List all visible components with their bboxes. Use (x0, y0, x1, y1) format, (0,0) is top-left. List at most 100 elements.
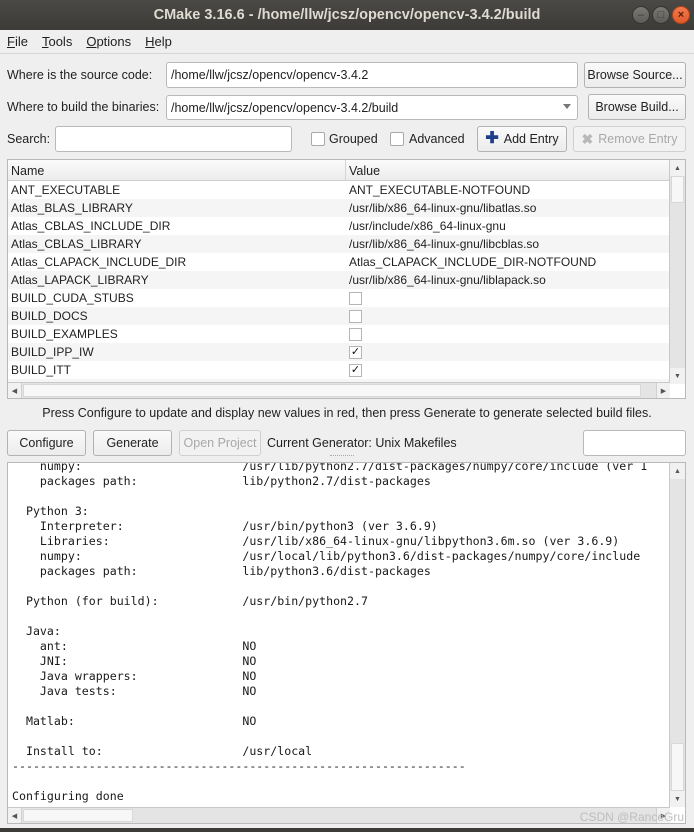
cell-value[interactable]: /usr/lib/x86_64-linux-gnu/libcblas.so (346, 237, 539, 251)
cell-value: ✓ (346, 345, 362, 359)
open-project-button[interactable]: Open Project (179, 430, 261, 456)
cell-value[interactable]: /usr/include/x86_64-linux-gnu (346, 219, 506, 233)
build-path-value: /home/llw/jcsz/opencv/opencv-3.4.2/build (171, 100, 399, 115)
table-row[interactable]: BUILD_DOCS (8, 307, 670, 325)
maximize-button[interactable]: □ (652, 6, 670, 24)
cell-name: ANT_EXECUTABLE (11, 183, 121, 197)
browse-build-label: Browse Build... (595, 100, 679, 114)
menu-help-mnemonic: H (145, 34, 155, 49)
checkbox-checked[interactable]: ✓ (349, 363, 362, 377)
scroll-up-icon[interactable]: ▲ (670, 160, 685, 176)
add-entry-label: Add Entry (503, 132, 559, 146)
cell-value (346, 327, 362, 341)
add-entry-button[interactable]: ✚ Add Entry (477, 126, 567, 152)
scroll-down-icon[interactable]: ▼ (670, 791, 685, 807)
menu-help-label: elp (154, 34, 172, 49)
table-row[interactable]: Atlas_LAPACK_LIBRARY/usr/lib/x86_64-linu… (8, 271, 670, 289)
log-vertical-scrollbar[interactable]: ▲ ▼ (669, 463, 685, 807)
table-horizontal-scrollbar[interactable]: ◀ ▶ (8, 382, 670, 398)
advanced-checkbox[interactable] (390, 132, 404, 146)
scroll-left-icon[interactable]: ◀ (8, 383, 22, 398)
checkbox-checked[interactable]: ✓ (349, 345, 362, 359)
table-vscroll-thumb[interactable] (671, 176, 684, 203)
scroll-left-icon[interactable]: ◀ (8, 808, 22, 823)
browse-build-button[interactable]: Browse Build... (588, 94, 686, 120)
build-path-combo[interactable]: /home/llw/jcsz/opencv/opencv-3.4.2/build (166, 95, 578, 120)
table-row[interactable]: Atlas_CLAPACK_INCLUDE_DIR Atlas_CLAPACK_I… (8, 253, 670, 271)
scroll-down-icon[interactable]: ▼ (670, 368, 685, 384)
desktop-edge (0, 828, 694, 832)
column-header-value[interactable]: Value (346, 160, 670, 181)
remove-entry-button[interactable]: ✖ Remove Entry (573, 126, 686, 152)
scroll-right-icon[interactable]: ▶ (656, 383, 670, 398)
browse-source-label: Browse Source... (587, 68, 683, 82)
watermark: CSDN @RanceGru (579, 810, 684, 824)
minimize-button[interactable]: – (632, 6, 650, 24)
log-horizontal-scrollbar[interactable]: ◀ ▶ (8, 807, 670, 823)
cell-name: Atlas_CBLAS_LIBRARY (11, 237, 142, 251)
configure-button[interactable]: Configure (7, 430, 86, 456)
table-row[interactable]: BUILD_IPP_IW ✓ (8, 343, 670, 361)
menu-help[interactable]: Help (138, 34, 179, 49)
cell-name: BUILD_ITT (11, 363, 72, 377)
table-row[interactable]: BUILD_EXAMPLES (8, 325, 670, 343)
checkbox-unchecked[interactable] (349, 309, 362, 323)
table-hscroll-thumb[interactable] (23, 384, 641, 397)
cell-name: Atlas_LAPACK_LIBRARY (11, 273, 149, 287)
table-row[interactable]: BUILD_CUDA_STUBS (8, 289, 670, 307)
source-label: Where is the source code: (7, 68, 153, 82)
plus-icon: ✚ (485, 130, 499, 147)
window-title: CMake 3.16.6 - /home/llw/jcsz/opencv/ope… (153, 7, 541, 23)
table-header: Name Value (8, 160, 670, 181)
hint-text: Press Configure to update and display ne… (42, 406, 652, 420)
table-row[interactable]: Atlas_CBLAS_INCLUDE_DIR/usr/include/x86_… (8, 217, 670, 235)
menu-file-mnemonic: F (7, 34, 15, 49)
grouped-checkbox[interactable] (311, 132, 325, 146)
cell-value[interactable]: /usr/lib/x86_64-linux-gnu/liblapack.so (346, 273, 546, 287)
output-log-text: numpy: /usr/lib/python2.7/dist-packages/… (12, 462, 648, 803)
table-row[interactable]: Atlas_CBLAS_LIBRARY/usr/lib/x86_64-linux… (8, 235, 670, 253)
menu-file[interactable]: File (0, 34, 35, 49)
configure-label: Configure (19, 436, 74, 450)
checkbox-unchecked[interactable] (349, 291, 362, 305)
advanced-label: Advanced (409, 132, 465, 146)
output-log: numpy: /usr/lib/python2.7/dist-packages/… (7, 462, 686, 824)
cache-table: Name Value ANT_EXECUTABLE ANT_EXECUTABLE-… (7, 159, 686, 399)
log-hscroll-thumb[interactable] (23, 809, 133, 822)
log-vscroll-thumb[interactable] (671, 743, 684, 791)
cell-name: BUILD_CUDA_STUBS (11, 291, 134, 305)
close-button[interactable]: × (672, 6, 690, 24)
cell-value: ✓ (346, 363, 362, 377)
cell-value[interactable]: Atlas_CLAPACK_INCLUDE_DIR-NOTFOUND (346, 255, 596, 269)
checkbox-unchecked[interactable] (349, 327, 362, 341)
search-input[interactable] (55, 126, 292, 152)
chevron-down-icon[interactable] (563, 104, 571, 109)
table-vertical-scrollbar[interactable]: ▲ ▼ (669, 160, 685, 384)
menu-options-label: ptions (96, 34, 132, 49)
menu-options-mnemonic: O (86, 34, 97, 49)
minimize-icon: – (637, 8, 645, 21)
remove-icon: ✖ (581, 131, 594, 147)
generate-label: Generate (106, 436, 159, 450)
menu-options[interactable]: Options (79, 34, 138, 49)
cell-value (346, 309, 362, 323)
scroll-up-icon[interactable]: ▲ (670, 463, 685, 479)
generate-button[interactable]: Generate (93, 430, 172, 456)
browse-source-button[interactable]: Browse Source... (584, 62, 686, 88)
table-row[interactable]: BUILD_ITT ✓ (8, 361, 670, 379)
table-row[interactable]: ANT_EXECUTABLE ANT_EXECUTABLE-NOTFOUND (8, 181, 670, 199)
menu-tools[interactable]: Tools (35, 34, 79, 49)
source-path-input[interactable]: /home/llw/jcsz/opencv/opencv-3.4.2 (166, 62, 578, 88)
cell-value[interactable]: /usr/lib/x86_64-linux-gnu/libatlas.so (346, 201, 536, 215)
table-row[interactable]: Atlas_BLAS_LIBRARY/usr/lib/x86_64-linux-… (8, 199, 670, 217)
cell-value[interactable]: ANT_EXECUTABLE-NOTFOUND (346, 183, 530, 197)
splitter-handle[interactable] (330, 455, 354, 458)
table-rows: ANT_EXECUTABLE ANT_EXECUTABLE-NOTFOUND Atl… (8, 181, 670, 384)
generator-filter-input[interactable] (583, 430, 686, 456)
cell-name: BUILD_IPP_IW (11, 345, 94, 359)
maximize-icon: □ (657, 8, 665, 21)
cell-name: BUILD_EXAMPLES (11, 327, 118, 341)
cell-name: Atlas_CBLAS_INCLUDE_DIR (11, 219, 171, 233)
column-header-name[interactable]: Name (8, 160, 346, 181)
grouped-label: Grouped (329, 132, 378, 146)
